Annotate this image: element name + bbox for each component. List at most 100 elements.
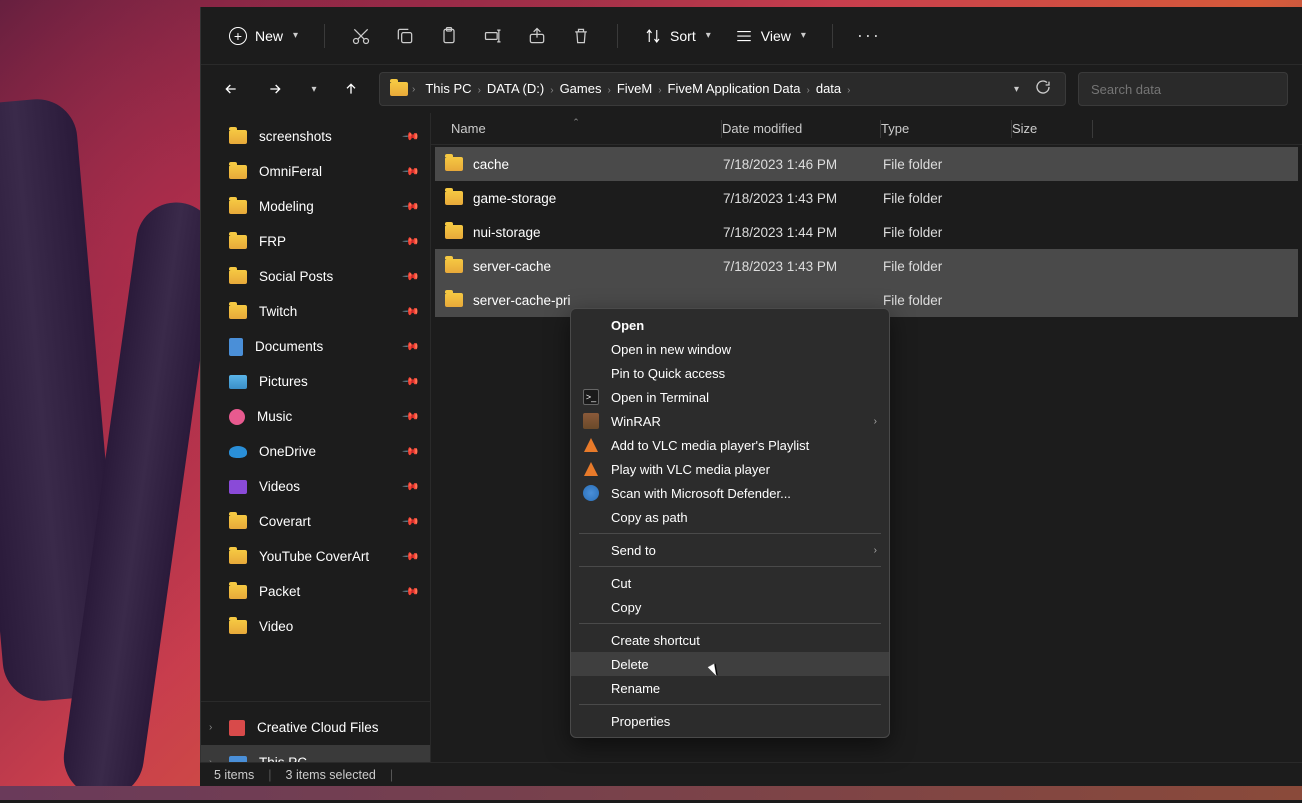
menu-item-label: Open in new window [611,342,731,357]
vlc-icon [583,461,599,477]
sort-button[interactable]: Sort ▾ [634,27,721,45]
file-row[interactable]: game-storage7/18/2023 1:43 PMFile folder [435,181,1298,215]
menu-item-label: WinRAR [611,414,661,429]
sidebar-item[interactable]: Coverart📌 [201,504,430,539]
file-name: server-cache [473,259,551,274]
file-name: server-cache-pri [473,293,571,308]
address-bar[interactable]: › This PC›DATA (D:)›Games›FiveM›FiveM Ap… [379,72,1066,106]
menu-item-label: Open [611,318,644,333]
column-size[interactable]: Size [1012,121,1092,136]
menu-separator [579,566,881,567]
file-row[interactable]: nui-storage7/18/2023 1:44 PMFile folder [435,215,1298,249]
sidebar-item[interactable]: Twitch📌 [201,294,430,329]
delete-button[interactable] [561,16,601,56]
video-icon [229,480,247,494]
menu-item-label: Pin to Quick access [611,366,725,381]
menu-item-label: Copy [611,600,641,615]
sidebar-item[interactable]: screenshots📌 [201,119,430,154]
sidebar-item[interactable]: Social Posts📌 [201,259,430,294]
more-button[interactable]: ··· [849,16,889,56]
sidebar-item[interactable]: YouTube CoverArt📌 [201,539,430,574]
context-menu-item[interactable]: >_Open in Terminal [571,385,889,409]
sidebar-item[interactable]: OneDrive 📌 [201,434,430,469]
file-row[interactable]: server-cache7/18/2023 1:43 PMFile folder [435,249,1298,283]
recent-button[interactable]: ▾ [303,73,323,105]
sidebar-item[interactable]: Documents📌 [201,329,430,364]
context-menu-item[interactable]: Properties [571,709,889,733]
context-menu-item[interactable]: Open [571,313,889,337]
desktop-edge [0,786,1302,800]
sidebar-item[interactable]: FRP📌 [201,224,430,259]
context-menu-item[interactable]: WinRAR› [571,409,889,433]
breadcrumb-segment[interactable]: FiveM Application Data [662,77,807,100]
sidebar-item[interactable]: Modeling📌 [201,189,430,224]
sidebar-item[interactable]: Videos 📌 [201,469,430,504]
history-dropdown[interactable]: ▾ [1010,80,1023,99]
menu-item-label: Copy as path [611,510,688,525]
chevron-right-icon: › [412,84,415,95]
folder-icon [229,270,247,284]
context-menu-item[interactable]: Pin to Quick access [571,361,889,385]
context-menu-item[interactable]: Send to› [571,538,889,562]
paste-button[interactable] [429,16,469,56]
column-type[interactable]: Type [881,121,1011,136]
context-menu-item[interactable]: Open in new window [571,337,889,361]
breadcrumb-segment[interactable]: FiveM [611,77,658,100]
rename-button[interactable] [473,16,513,56]
view-button[interactable]: View ▾ [725,27,816,45]
breadcrumb-segment[interactable]: Games [554,77,608,100]
pin-icon: 📌 [402,442,421,461]
sidebar-item[interactable]: ›Creative Cloud Files [201,710,430,745]
file-row[interactable]: cache7/18/2023 1:46 PMFile folder [435,147,1298,181]
menu-item-label: Delete [611,657,649,672]
context-menu-item[interactable]: Add to VLC media player's Playlist [571,433,889,457]
expand-icon[interactable]: › [209,722,212,733]
context-menu-item[interactable]: Rename [571,676,889,700]
menu-item-label: Cut [611,576,631,591]
new-button[interactable]: + New ▾ [219,21,308,51]
context-menu-item[interactable]: Create shortcut [571,628,889,652]
chevron-down-icon: ▾ [293,30,298,41]
context-menu: Open Open in new window Pin to Quick acces… [570,308,890,738]
forward-button[interactable] [259,73,291,105]
up-button[interactable] [335,73,367,105]
pin-icon: 📌 [402,337,421,356]
sort-indicator-icon: ⌃ [572,117,580,128]
column-name[interactable]: ⌃Name [431,121,721,136]
context-menu-item[interactable]: Copy as path [571,505,889,529]
context-menu-item[interactable]: Cut [571,571,889,595]
cut-button[interactable] [341,16,381,56]
sidebar-item[interactable]: OmniFeral📌 [201,154,430,189]
plus-icon: + [229,27,247,45]
sidebar-item-label: OneDrive [259,444,316,459]
folder-icon [445,157,463,171]
sidebar-item[interactable]: Video [201,609,430,644]
file-name: cache [473,157,509,172]
column-date[interactable]: Date modified [722,121,880,136]
breadcrumb-segment[interactable]: data [810,77,847,100]
search-input[interactable] [1078,72,1288,106]
folder-icon [445,191,463,205]
back-button[interactable] [215,73,247,105]
sidebar-item-label: Videos [259,479,300,494]
breadcrumb-segment[interactable]: DATA (D:) [481,77,550,100]
status-bar: 5 items | 3 items selected | [200,762,1302,786]
copy-button[interactable] [385,16,425,56]
context-menu-item[interactable]: Copy [571,595,889,619]
sidebar-item[interactable]: Pictures📌 [201,364,430,399]
context-menu-item[interactable]: Play with VLC media player [571,457,889,481]
breadcrumb-segment[interactable]: This PC [419,77,477,100]
pin-icon: 📌 [402,477,421,496]
refresh-button[interactable] [1031,75,1055,104]
share-button[interactable] [517,16,557,56]
context-menu-item[interactable]: Scan with Microsoft Defender... [571,481,889,505]
context-menu-item[interactable]: Delete [571,652,889,676]
file-type: File folder [883,259,1013,274]
pin-icon: 📌 [402,302,421,321]
sidebar-item[interactable]: Packet📌 [201,574,430,609]
file-type: File folder [883,225,1013,240]
file-type: File folder [883,157,1013,172]
view-label: View [761,28,791,44]
sidebar-item-label: Video [259,619,293,634]
sidebar-item[interactable]: Music📌 [201,399,430,434]
